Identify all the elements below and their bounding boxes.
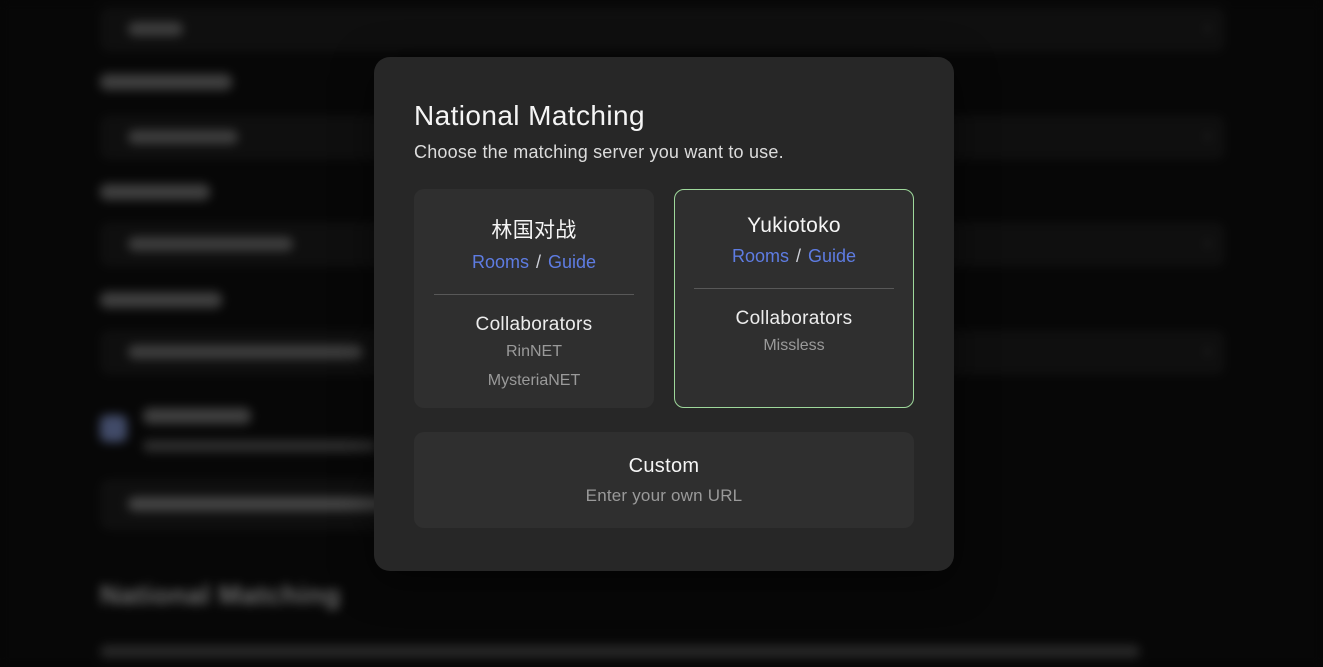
rooms-link[interactable]: Rooms <box>472 252 529 273</box>
collaborators-heading: Collaborators <box>415 314 653 336</box>
modal-subtitle: Choose the matching server you want to u… <box>414 142 914 163</box>
server-card-linguoduizhan[interactable]: 林国对战 Rooms / Guide Collaborators RinNET … <box>414 189 654 408</box>
divider <box>694 288 894 289</box>
server-links: Rooms / Guide <box>415 252 653 273</box>
server-links: Rooms / Guide <box>675 246 913 267</box>
guide-link[interactable]: Guide <box>548 252 596 273</box>
server-card-yukiotoko[interactable]: Yukiotoko Rooms / Guide Collaborators Mi… <box>674 189 914 408</box>
collaborators-heading: Collaborators <box>675 308 913 330</box>
custom-title: Custom <box>629 455 700 478</box>
server-options: 林国对战 Rooms / Guide Collaborators RinNET … <box>414 189 914 408</box>
link-separator: / <box>536 252 541 273</box>
modal-title: National Matching <box>414 100 914 132</box>
rooms-link[interactable]: Rooms <box>732 246 789 267</box>
collaborator: RinNET <box>415 338 653 365</box>
guide-link[interactable]: Guide <box>808 246 856 267</box>
server-name: 林国对战 <box>415 214 653 244</box>
custom-subtitle: Enter your own URL <box>586 486 743 506</box>
collaborator: Missless <box>675 332 913 359</box>
divider <box>434 294 634 295</box>
link-separator: / <box>796 246 801 267</box>
server-name: Yukiotoko <box>675 214 913 238</box>
national-matching-modal: National Matching Choose the matching se… <box>374 57 954 571</box>
custom-server-card[interactable]: Custom Enter your own URL <box>414 432 914 528</box>
collaborator: MysteriaNET <box>415 367 653 394</box>
